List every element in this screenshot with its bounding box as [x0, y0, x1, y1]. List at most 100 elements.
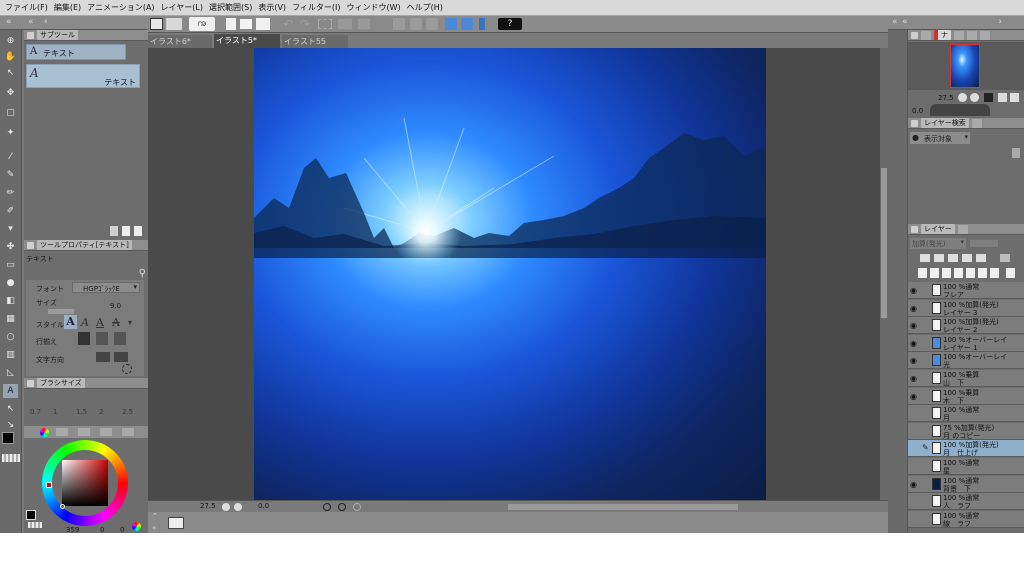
subtool-item-text[interactable]: A テキスト — [26, 64, 140, 88]
menu-item-3[interactable]: レイヤー(L) — [158, 2, 206, 13]
layer-row[interactable]: ◉ 100 %乗算山 下 — [908, 370, 1024, 387]
color-set-tab-icon[interactable] — [78, 428, 90, 436]
zoom-tool-icon[interactable]: ⊕ — [3, 34, 18, 48]
menu-item-5[interactable]: 表示(V) — [255, 2, 289, 13]
new-vector-layer-icon[interactable] — [930, 268, 939, 278]
doc-tab-1[interactable]: イラスト6* — [148, 35, 212, 48]
visibility-eye-icon[interactable]: ◉ — [910, 374, 920, 383]
layer-tab[interactable]: レイヤー — [921, 224, 955, 234]
pen-icon[interactable]: ✎ — [3, 168, 18, 182]
flip-horizontal-icon[interactable] — [998, 93, 1007, 102]
snap-ruler-icon[interactable] — [445, 18, 457, 30]
status-zoom[interactable]: 27.5 — [200, 502, 216, 510]
menu-item-8[interactable]: ヘルプ(H) — [404, 2, 446, 13]
layer-row[interactable]: 100 %通常線 ラフ — [908, 510, 1024, 528]
pen-snap-icon[interactable] — [479, 18, 485, 30]
underline-style-icon[interactable]: A — [96, 316, 104, 329]
rotate-right-icon[interactable] — [338, 503, 346, 511]
airbrush-icon[interactable]: ▾ — [3, 222, 18, 236]
layer-row[interactable]: ◉ 100 %オーバーレイ光 — [908, 352, 1024, 370]
crop-icon[interactable] — [410, 18, 422, 30]
fit-view-icon[interactable] — [984, 93, 993, 102]
new-raster-layer-icon[interactable] — [918, 268, 927, 278]
color-wheel[interactable] — [42, 440, 128, 526]
layer-row[interactable]: 100 %通常月 — [908, 405, 1024, 423]
align-right-icon[interactable] — [114, 332, 126, 345]
apply-mask-icon[interactable] — [990, 268, 999, 278]
navigator-zoom-out-icon[interactable] — [958, 93, 967, 102]
brush-icon[interactable]: ✐ — [3, 204, 18, 218]
ruler-icon[interactable]: ◺ — [3, 366, 18, 380]
selection-tool-icon[interactable]: ▢ — [3, 106, 18, 120]
save-icon[interactable] — [256, 18, 270, 30]
balloon-icon[interactable]: ↖ — [3, 402, 18, 416]
eyedropper-icon[interactable]: ⁄ — [3, 150, 18, 164]
zoom-in-icon[interactable] — [234, 503, 242, 511]
canvas-artwork[interactable] — [254, 48, 766, 502]
subtool-settings-icon[interactable] — [110, 226, 118, 236]
gradient-icon[interactable]: ▦ — [3, 312, 18, 326]
menu-item-1[interactable]: 編集(E) — [51, 2, 84, 13]
brush-size-option[interactable]: 2.5 — [122, 408, 133, 416]
eraser-icon[interactable]: ▭ — [3, 258, 18, 272]
zoom-out-icon[interactable] — [222, 503, 230, 511]
status-angle[interactable]: 0.0 — [258, 502, 269, 510]
style-dropdown-icon[interactable]: ▾ — [128, 318, 132, 327]
font-select[interactable]: HGPｺﾞｼｯｸE ▾ — [72, 282, 140, 293]
move-layer-icon[interactable]: ✥ — [3, 86, 18, 100]
strike-style-icon[interactable]: A — [112, 316, 120, 329]
hand-tool-icon[interactable]: ✋ — [3, 50, 18, 64]
transfer-down-icon[interactable] — [954, 268, 963, 278]
frame-icon[interactable] — [426, 18, 438, 30]
intermediate-color-tab-icon[interactable] — [122, 428, 134, 436]
swirl-logo-icon[interactable]: ꩠ — [189, 17, 215, 31]
blend-mode-select[interactable]: 加算(発光) ▾ — [910, 238, 966, 249]
panel-menu-icon[interactable] — [911, 119, 918, 127]
vertical-scrollbar[interactable] — [880, 48, 888, 503]
decoration-icon[interactable]: ✤ — [3, 240, 18, 254]
new-folder-icon[interactable] — [942, 268, 951, 278]
size-slider[interactable] — [48, 309, 74, 314]
merge-down-icon[interactable] — [966, 268, 975, 278]
snap-grid-icon[interactable] — [461, 18, 473, 30]
copy-subtool-icon[interactable] — [122, 226, 130, 236]
value-marker[interactable] — [60, 504, 65, 509]
subtool-tab[interactable]: サブツール — [37, 30, 78, 40]
visibility-eye-icon[interactable]: ◉ — [910, 321, 920, 330]
blend-icon[interactable]: ● — [3, 276, 18, 290]
navigator-tab[interactable]: ナ — [934, 30, 951, 40]
layer-search-extra-tab-icon[interactable] — [971, 118, 982, 128]
mask-layer-icon[interactable] — [978, 268, 987, 278]
collapse-right-icon-2[interactable]: « — [902, 17, 908, 27]
layer-search-tab[interactable]: レイヤー検索 — [921, 118, 969, 128]
panel-menu-icon[interactable] — [27, 31, 34, 39]
color-mode-icon[interactable] — [132, 522, 141, 531]
operation-tool-icon[interactable]: ↖ — [3, 66, 18, 80]
layer-search-delete-icon[interactable] — [1012, 148, 1020, 158]
fill-icon[interactable] — [358, 19, 370, 29]
visibility-eye-icon[interactable]: ◉ — [910, 286, 920, 295]
navigator-angle[interactable]: 0.0 — [912, 107, 923, 115]
visibility-eye-icon[interactable]: ◉ — [910, 392, 920, 401]
item-bank-tab-icon[interactable] — [921, 30, 931, 40]
delete-subtool-icon[interactable] — [134, 226, 142, 236]
saturation-square[interactable] — [62, 460, 108, 506]
reference-layer-icon[interactable] — [934, 254, 944, 262]
horizontal-scroll-thumb[interactable] — [508, 504, 738, 510]
vertical-text-icon[interactable] — [114, 352, 128, 362]
menu-item-7[interactable]: ウィンドウ(W) — [344, 2, 404, 13]
reset-icon[interactable] — [122, 364, 132, 374]
panel-menu-icon[interactable] — [911, 225, 918, 233]
collapse-left-icon-2[interactable]: « — [28, 17, 34, 27]
visibility-eye-icon[interactable]: ◉ — [910, 356, 920, 365]
navigator-zoom[interactable]: 27.5 — [938, 94, 954, 102]
navigator-zoom-in-icon[interactable] — [970, 93, 979, 102]
clear-icon[interactable] — [393, 18, 405, 30]
hue-marker[interactable] — [46, 482, 52, 488]
layer-row[interactable]: ◉ 100 %通常 背景 下 — [908, 475, 1024, 493]
visibility-eye-icon[interactable]: ◉ — [910, 480, 920, 489]
color-slider-tab-icon[interactable] — [56, 428, 68, 436]
open-folder-icon[interactable] — [240, 19, 252, 29]
panel-menu-icon[interactable] — [911, 31, 918, 39]
color-wheel-tab-icon[interactable] — [40, 428, 49, 437]
